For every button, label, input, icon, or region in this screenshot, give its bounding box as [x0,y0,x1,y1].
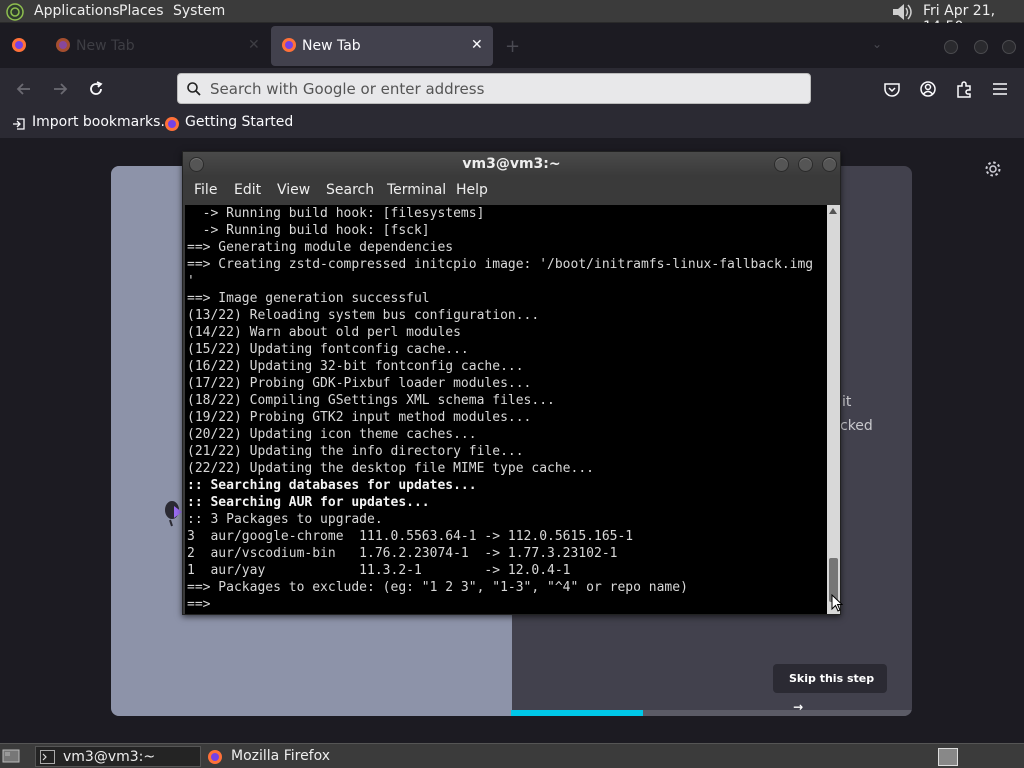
terminal-menubar: File Edit View Search Terminal Help [183,176,840,205]
terminal-title: vm3@vm3:~ [462,156,561,172]
maximize-window-button[interactable] [974,40,988,54]
terminal-window[interactable]: vm3@vm3:~ File Edit View Search Terminal… [182,151,841,615]
hamburger-menu-icon[interactable] [990,79,1010,99]
terminal-line: (22/22) Updating the desktop file MIME t… [187,461,594,476]
terminal-menu-view[interactable]: View [277,182,310,198]
search-icon [187,82,201,96]
pocket-icon[interactable] [882,79,902,99]
minimize-button[interactable] [774,157,789,172]
terminal-menu-edit[interactable]: Edit [234,182,261,198]
terminal-line: ==> [187,597,219,612]
import-icon [13,118,25,130]
extensions-icon[interactable] [954,79,974,99]
menu-applications[interactable]: Applications [34,3,120,19]
workspace-switcher[interactable] [938,748,958,766]
url-bar[interactable] [177,73,811,104]
bookmark-label: Getting Started [185,114,294,130]
tab-title: New Tab [76,38,135,54]
firefox-icon [282,38,296,52]
taskbar-item-firefox[interactable]: Mozilla Firefox [204,746,404,767]
onboarding-progress-fill [511,710,644,716]
tab-inactive[interactable]: New Tab ✕ [45,26,271,66]
onboarding-progress [511,710,912,716]
bottom-panel: vm3@vm3:~ Mozilla Firefox [0,743,1024,768]
minimize-window-button[interactable] [944,40,958,54]
terminal-menu-terminal[interactable]: Terminal [387,182,446,198]
new-tab-button[interactable]: + [505,36,520,57]
mouse-pointer-icon [831,594,843,612]
close-window-button[interactable] [1002,40,1016,54]
bookmarks-toolbar: Import bookmarks… Getting Started [0,110,1024,138]
terminal-line: ==> Packages to exclude: (eg: "1 2 3", "… [187,580,688,595]
terminal-line: (19/22) Probing GTK2 input method module… [187,410,532,425]
top-panel: Applications Places System Fri Apr 21, 1… [0,0,1024,35]
maximize-button[interactable] [798,157,813,172]
terminal-menu-file[interactable]: File [194,182,217,198]
terminal-line: :: Searching databases for updates... [187,478,477,493]
taskbar-label: Mozilla Firefox [231,748,331,764]
firefox-view-icon[interactable] [11,37,27,53]
terminal-screen[interactable]: -> Running build hook: [filesystems] -> … [185,205,827,614]
gear-icon[interactable] [984,160,1002,178]
close-tab-icon[interactable]: ✕ [471,37,483,53]
terminal-line: (20/22) Updating icon theme caches... [187,427,477,442]
close-button[interactable] [822,157,837,172]
terminal-icon [40,750,55,764]
tab-title: New Tab [302,38,361,54]
terminal-line: 1 aur/yay 11.3.2-1 -> 12.0.4-1 [187,563,571,578]
terminal-line: ' [187,274,195,289]
onboarding-text-fragment: it [842,394,852,410]
terminal-line: (21/22) Updating the info directory file… [187,444,524,459]
menu-system[interactable]: System [173,3,225,19]
terminal-titlebar[interactable]: vm3@vm3:~ [183,152,840,176]
terminal-line: (15/22) Updating fontconfig cache... [187,342,469,357]
terminal-line: :: 3 Packages to upgrade. [187,512,383,527]
terminal-line: ==> Generating module dependencies [187,240,454,255]
firefox-icon [208,750,222,764]
terminal-menu-help[interactable]: Help [456,182,488,198]
show-desktop-icon[interactable] [2,748,20,764]
terminal-line: 3 aur/google-chrome 111.0.5563.64-1 -> 1… [187,529,634,544]
tab-active[interactable]: New Tab ✕ [271,26,493,66]
speaker-icon[interactable] [890,2,914,22]
window-menu-button[interactable] [189,157,204,172]
scroll-up-arrow-icon[interactable] [829,208,837,214]
arrow-right-icon: → [789,700,804,714]
terminal-line: (13/22) Reloading system bus configurati… [187,308,540,323]
terminal-line: ==> Creating zstd-compressed initcpio im… [187,257,814,272]
menu-places[interactable]: Places [119,3,164,19]
terminal-line: -> Running build hook: [fsck] [187,223,430,238]
terminal-line: (18/22) Compiling GSettings XML schema f… [187,393,555,408]
browser-navbar [0,68,1024,110]
terminal-menu-search[interactable]: Search [326,182,374,198]
list-tabs-chevron-icon[interactable]: ⌄ [872,37,882,51]
taskbar-item-terminal[interactable]: vm3@vm3:~ [35,746,201,767]
browser-tabstrip: New Tab ✕ New Tab ✕ + ⌄ [0,23,1024,68]
terminal-line: (16/22) Updating 32-bit fontconfig cache… [187,359,524,374]
firefox-icon [56,38,70,52]
skip-step-label: Skip this step [789,672,875,685]
distro-logo-icon[interactable] [6,3,24,21]
terminal-line: (14/22) Warn about old perl modules [187,325,461,340]
terminal-line: -> Running build hook: [filesystems] [187,206,485,221]
reload-icon[interactable] [86,79,106,99]
terminal-scrollbar[interactable] [827,205,840,614]
firefox-icon [165,117,179,131]
account-icon[interactable] [918,79,938,99]
skip-step-button[interactable]: Skip this step → [773,664,887,714]
back-arrow-icon[interactable] [14,79,34,99]
terminal-line: (17/22) Probing GDK-Pixbuf loader module… [187,376,532,391]
close-tab-icon[interactable]: ✕ [248,37,260,53]
url-input[interactable] [210,79,800,99]
taskbar-label: vm3@vm3:~ [63,749,156,765]
terminal-line: 2 aur/vscodium-bin 1.76.2.23074-1 -> 1.7… [187,546,618,561]
onboarding-text-fragment: cked [840,418,873,434]
bookmark-label: Import bookmarks… [32,114,175,130]
forward-arrow-icon[interactable] [50,79,70,99]
terminal-line: :: Searching AUR for updates... [187,495,430,510]
terminal-line: ==> Image generation successful [187,291,430,306]
